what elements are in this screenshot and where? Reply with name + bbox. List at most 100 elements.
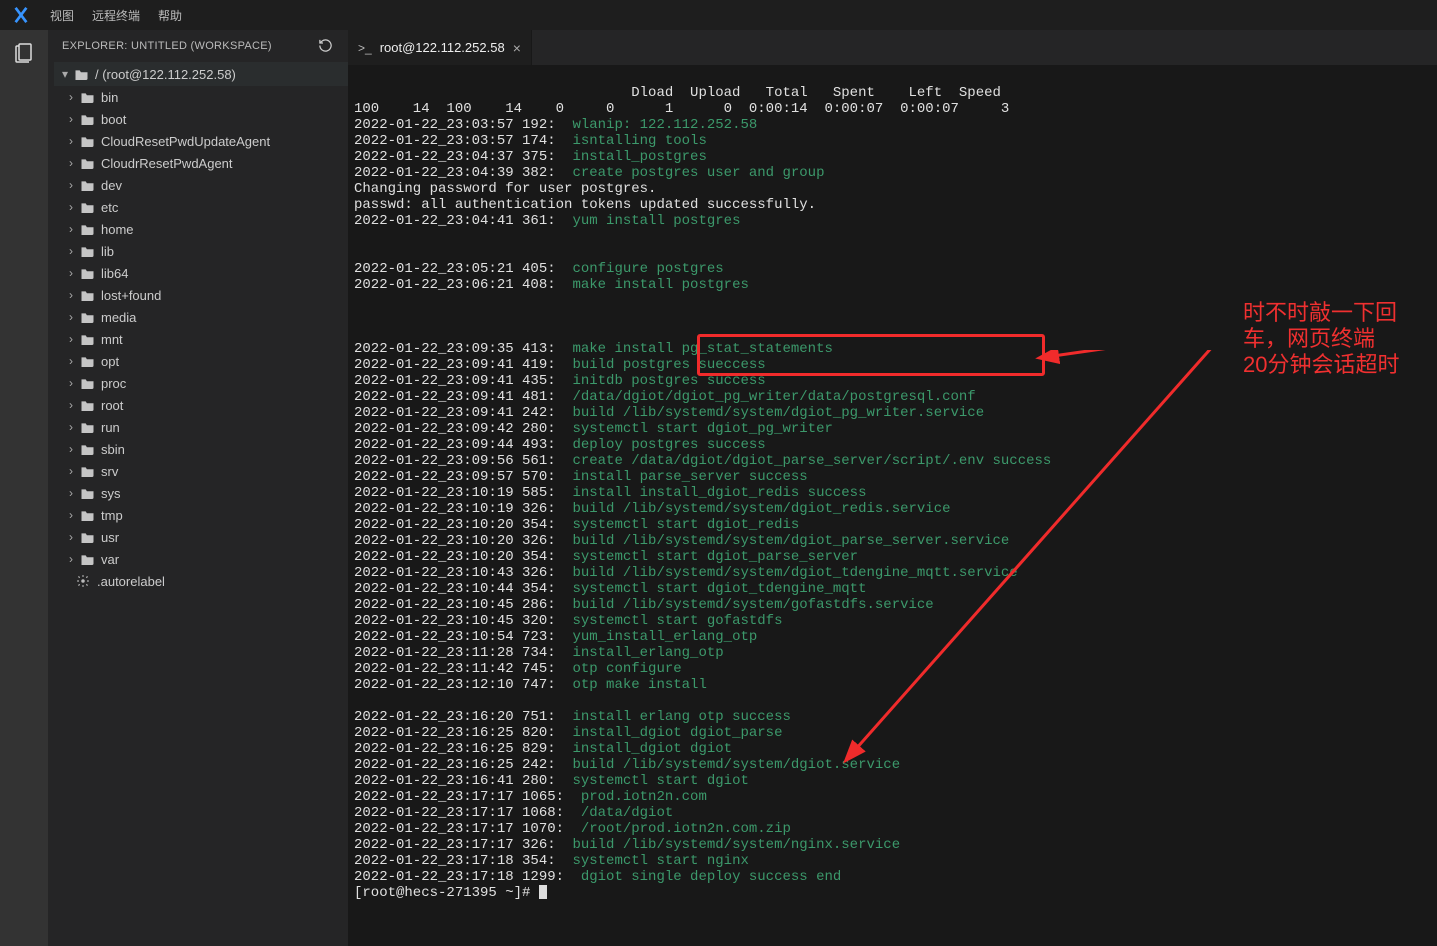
terminal-tab[interactable]: >_ root@122.112.252.58 ×	[348, 30, 532, 65]
terminal-line: 2022-01-22_23:17:17 1070: /root/prod.iot…	[354, 821, 1431, 837]
tree-folder[interactable]: CloudResetPwdUpdateAgent	[54, 130, 348, 152]
folder-icon	[80, 333, 95, 345]
terminal-line: 2022-01-22_23:16:25 829: install_dgiot d…	[354, 741, 1431, 757]
folder-icon	[80, 531, 95, 543]
tree-root[interactable]: / (root@122.112.252.58)	[54, 62, 348, 86]
folder-icon	[80, 245, 95, 257]
tree-folder-label: sbin	[101, 442, 125, 457]
tree-folder-label: root	[101, 398, 123, 413]
terminal-line: 2022-01-22_23:16:20 751: install erlang …	[354, 709, 1431, 725]
tree-folder-label: lost+found	[101, 288, 161, 303]
editor-area: >_ root@122.112.252.58 × Dload Upload To…	[348, 30, 1437, 946]
menu-remote-terminal[interactable]: 远程终端	[90, 5, 142, 26]
chevron-right-icon	[64, 442, 78, 456]
tree-folder-label: sys	[101, 486, 121, 501]
tree-folder[interactable]: boot	[54, 108, 348, 130]
tree-folder[interactable]: tmp	[54, 504, 348, 526]
chevron-right-icon	[64, 112, 78, 126]
tree-folder-label: etc	[101, 200, 118, 215]
sidebar-title: EXPLORER: UNTITLED (WORKSPACE)	[62, 40, 272, 52]
terminal-line: 2022-01-22_23:10:45 286: build /lib/syst…	[354, 597, 1431, 613]
tree-folder[interactable]: CloudrResetPwdAgent	[54, 152, 348, 174]
tree-file-label: .autorelabel	[97, 574, 165, 589]
folder-icon	[80, 223, 95, 235]
terminal-output[interactable]: Dload Upload Total Spent Left Speed 100 …	[348, 65, 1437, 946]
chevron-right-icon	[64, 244, 78, 258]
menubar: 视图 远程终端 帮助	[0, 0, 1437, 30]
tree-folder[interactable]: root	[54, 394, 348, 416]
folder-icon	[80, 443, 95, 455]
tab-title: root@122.112.252.58	[380, 40, 505, 55]
folder-icon	[80, 377, 95, 389]
sidebar-header: EXPLORER: UNTITLED (WORKSPACE)	[48, 30, 348, 62]
terminal-line: 2022-01-22_23:16:25 242: build /lib/syst…	[354, 757, 1431, 773]
tree-folder[interactable]: dev	[54, 174, 348, 196]
tree-folder-label: mnt	[101, 332, 123, 347]
tree-folder[interactable]: etc	[54, 196, 348, 218]
tree-folder[interactable]: bin	[54, 86, 348, 108]
tree-folder[interactable]: sbin	[54, 438, 348, 460]
tree-folder[interactable]: sys	[54, 482, 348, 504]
tree-folder-label: usr	[101, 530, 119, 545]
tree-folder-label: proc	[101, 376, 126, 391]
terminal-line: passwd: all authentication tokens update…	[354, 197, 1431, 213]
terminal-line	[354, 293, 1431, 309]
chevron-right-icon	[64, 552, 78, 566]
tree-folder-label: media	[101, 310, 136, 325]
tree-folder[interactable]: run	[54, 416, 348, 438]
tree-folder-label: lib64	[101, 266, 128, 281]
terminal-line: 2022-01-22_23:09:56 561: create /data/dg…	[354, 453, 1431, 469]
prompt-line: [root@hecs-271395 ~]#	[354, 885, 1431, 901]
terminal-line: Changing password for user postgres.	[354, 181, 1431, 197]
menu-view[interactable]: 视图	[48, 5, 76, 26]
terminal-line: 2022-01-22_23:03:57 192: wlanip: 122.112…	[354, 117, 1431, 133]
folder-icon	[80, 399, 95, 411]
terminal-line: 2022-01-22_23:17:17 326: build /lib/syst…	[354, 837, 1431, 853]
terminal-line: 2022-01-22_23:11:42 745: otp configure	[354, 661, 1431, 677]
tree-folder[interactable]: srv	[54, 460, 348, 482]
chevron-right-icon	[64, 354, 78, 368]
chevron-right-icon	[64, 464, 78, 478]
tree-file[interactable]: .autorelabel	[54, 570, 348, 592]
tree-folder[interactable]: var	[54, 548, 348, 570]
terminal-icon: >_	[358, 41, 372, 55]
tree-folder[interactable]: lib64	[54, 262, 348, 284]
tree-folder[interactable]: opt	[54, 350, 348, 372]
folder-icon	[80, 179, 95, 191]
terminal-line: 2022-01-22_23:09:42 280: systemctl start…	[354, 421, 1431, 437]
tree-folder-label: var	[101, 552, 119, 567]
terminal-line: 2022-01-22_23:04:41 361: yum install pos…	[354, 213, 1431, 229]
folder-icon	[80, 421, 95, 433]
tree-folder-label: srv	[101, 464, 118, 479]
chevron-right-icon	[64, 288, 78, 302]
folder-icon	[80, 91, 95, 103]
tree-folder[interactable]: mnt	[54, 328, 348, 350]
menu-help[interactable]: 帮助	[156, 5, 184, 26]
terminal-line: 2022-01-22_23:09:57 570: install parse_s…	[354, 469, 1431, 485]
tree-folder[interactable]: usr	[54, 526, 348, 548]
tree-folder[interactable]: lib	[54, 240, 348, 262]
app-logo-icon	[10, 6, 32, 24]
tree-folder[interactable]: home	[54, 218, 348, 240]
chevron-right-icon	[64, 376, 78, 390]
terminal-line: 2022-01-22_23:05:21 405: configure postg…	[354, 261, 1431, 277]
explorer-icon[interactable]	[11, 40, 37, 66]
tree-folder-label: home	[101, 222, 134, 237]
refresh-icon[interactable]	[318, 38, 334, 54]
terminal-line: 2022-01-22_23:10:20 354: systemctl start…	[354, 549, 1431, 565]
tree-folder-label: boot	[101, 112, 126, 127]
chevron-right-icon	[64, 486, 78, 500]
tree-folder-label: run	[101, 420, 120, 435]
folder-icon	[74, 68, 89, 80]
terminal-line: 2022-01-22_23:09:41 242: build /lib/syst…	[354, 405, 1431, 421]
tree-folder[interactable]: proc	[54, 372, 348, 394]
terminal-line	[354, 229, 1431, 245]
folder-icon	[80, 465, 95, 477]
tree-folder[interactable]: lost+found	[54, 284, 348, 306]
chevron-right-icon	[64, 310, 78, 324]
close-icon[interactable]: ×	[513, 40, 521, 56]
tree-folder-label: CloudrResetPwdAgent	[101, 156, 233, 171]
terminal-line: 2022-01-22_23:10:45 320: systemctl start…	[354, 613, 1431, 629]
tree-folder[interactable]: media	[54, 306, 348, 328]
terminal-line: 2022-01-22_23:10:19 326: build /lib/syst…	[354, 501, 1431, 517]
